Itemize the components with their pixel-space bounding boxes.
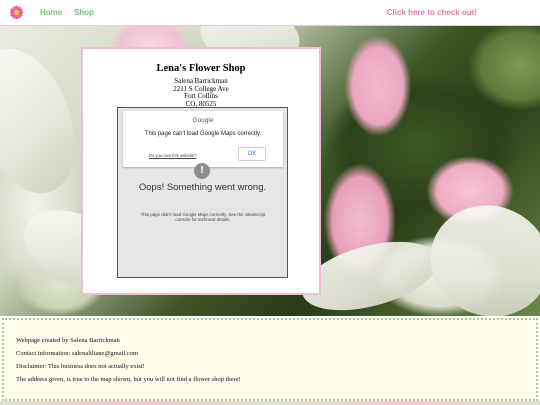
map-oops-detail: This page didn't load Google Maps correc… — [140, 212, 266, 223]
footer-contact: Contact information: salenaliliane@gmail… — [16, 350, 139, 357]
map-error-dialog: Google This page can't load Google Maps … — [123, 111, 283, 167]
page-footer: Webpage created by Salena Barrickman Con… — [2, 318, 538, 401]
ok-button[interactable]: OK — [238, 147, 266, 161]
footer-address-note: The address given, is true to the map sh… — [16, 376, 241, 383]
google-map-embed[interactable]: Google This page can't load Google Maps … — [117, 107, 288, 278]
bottom-flower-strip — [0, 401, 540, 405]
nav-shop-link[interactable]: Shop — [74, 8, 94, 17]
shop-address: Salena Barrickman 2211 S College Ave For… — [83, 77, 319, 108]
exclamation-icon: ! — [194, 163, 210, 179]
map-error-message: This page can't load Google Maps correct… — [144, 131, 262, 137]
white-petal — [0, 35, 93, 207]
checkout-link[interactable]: Click here to check out! — [387, 8, 477, 17]
nav-home-link[interactable]: Home — [40, 8, 62, 17]
page-title: Lena's Flower Shop — [156, 63, 246, 74]
own-website-link[interactable]: Do you own this website? — [149, 153, 196, 158]
top-navbar: Home Shop Click here to check out! — [0, 0, 540, 26]
pink-flower-icon[interactable] — [8, 4, 25, 21]
shop-info-card: Lena's Flower Shop Salena Barrickman 221… — [81, 47, 321, 295]
footer-created-by: Webpage created by Salena Barrickman — [16, 337, 120, 344]
white-petal — [414, 188, 540, 316]
flower-background: Lena's Flower Shop Salena Barrickman 221… — [0, 26, 540, 316]
google-brand: Google — [192, 117, 214, 124]
map-oops-title: Oops! Something went wrong. — [138, 182, 267, 193]
footer-disclaimer: Disclaimer: This business does not actua… — [16, 363, 145, 370]
